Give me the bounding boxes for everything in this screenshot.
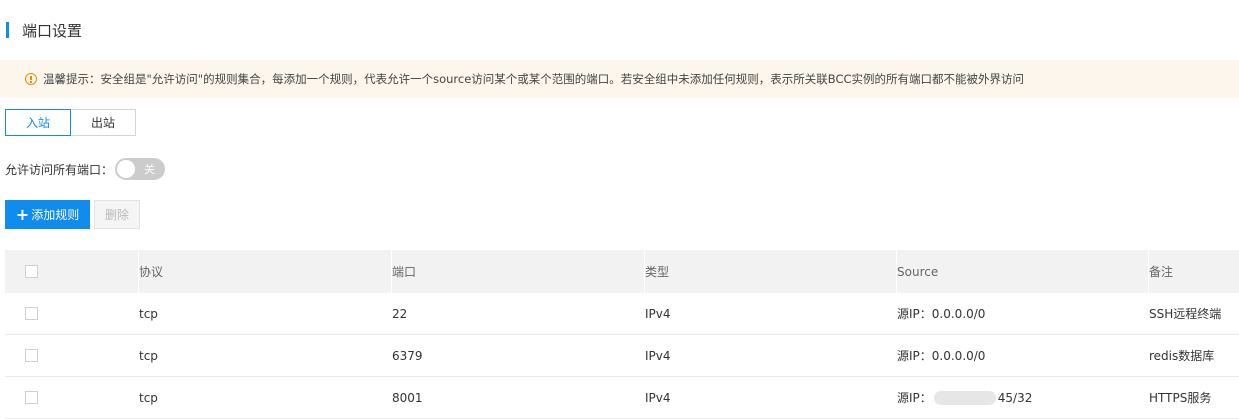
cell-note: redis数据库 [1149, 349, 1215, 363]
switch-knob [117, 160, 136, 178]
warning-icon [25, 73, 37, 85]
cell-note: SSH远程终端 [1149, 307, 1222, 321]
rule-toolbar: + 添加规则 删除 [5, 200, 140, 229]
source-value: 0.0.0.0/0 [931, 306, 986, 321]
row-checkbox[interactable] [25, 307, 38, 320]
table-row: tcp 6379 IPv4 源IP： 0.0.0.0/0 redis数据库 [5, 335, 1239, 377]
source-prefix: 源IP： [897, 307, 932, 321]
tab-inbound[interactable]: 入站 [5, 109, 71, 136]
delete-button[interactable]: 删除 [94, 200, 140, 229]
cell-type: IPv4 [645, 348, 671, 363]
add-rule-button[interactable]: + 添加规则 [5, 200, 90, 229]
plus-icon: + [15, 204, 30, 224]
cell-source: 源IP： 45/32 [897, 377, 1149, 418]
table-row: tcp 22 IPv4 源IP： 0.0.0.0/0 SSH远程终端 [5, 293, 1239, 335]
row-checkbox[interactable] [25, 391, 38, 404]
header-protocol: 协议 [139, 250, 392, 293]
header-type: 类型 [645, 250, 897, 293]
redacted-ip-blur [933, 390, 996, 405]
row-checkbox-cell [5, 335, 139, 376]
notice-banner: 温馨提示：安全组是"允许访问"的规则集合，每添加一个规则，代表允许一个sourc… [0, 60, 1239, 98]
switch-state-text: 关 [144, 163, 156, 176]
header-note: 备注 [1149, 265, 1174, 279]
row-checkbox-cell [5, 377, 139, 418]
source-prefix: 源IP： [897, 391, 932, 405]
allow-all-ports-label: 允许访问所有端口： [5, 162, 114, 177]
cell-note: HTTPS服务 [1149, 391, 1212, 405]
allow-all-ports-switch[interactable]: 关 [115, 158, 166, 180]
cell-port: 22 [392, 306, 408, 321]
cell-type: IPv4 [645, 306, 671, 321]
rules-table: 协议 端口 类型 Source 备注 tcp 22 IPv4 源IP： 0.0.… [5, 250, 1239, 419]
notice-text: 温馨提示：安全组是"允许访问"的规则集合，每添加一个规则，代表允许一个sourc… [43, 72, 1025, 86]
cell-port: 8001 [392, 390, 423, 405]
cell-protocol: tcp [139, 348, 158, 363]
row-checkbox-cell [5, 293, 139, 334]
section-header: 端口设置 [6, 20, 82, 40]
add-rule-label: 添加规则 [31, 208, 80, 222]
cell-protocol: tcp [139, 390, 158, 405]
cell-source: 源IP： 0.0.0.0/0 [897, 293, 1149, 334]
allow-all-ports-row: 允许访问所有端口： 关 [5, 157, 166, 181]
section-title: 端口设置 [22, 21, 83, 40]
title-accent-bar [6, 22, 9, 38]
cell-protocol: tcp [139, 306, 158, 321]
table-row: tcp 8001 IPv4 源IP： 45/32 HTTPS服务 [5, 377, 1239, 419]
source-value: 45/32 [997, 390, 1033, 405]
cell-source: 源IP： 0.0.0.0/0 [897, 335, 1149, 376]
table-header: 协议 端口 类型 Source 备注 [5, 250, 1239, 293]
row-checkbox[interactable] [25, 349, 38, 362]
cell-port: 6379 [392, 348, 423, 363]
header-checkbox-cell [5, 250, 139, 293]
select-all-checkbox[interactable] [25, 265, 38, 278]
header-port: 端口 [392, 250, 645, 293]
cell-type: IPv4 [645, 390, 671, 405]
tab-outbound[interactable]: 出站 [71, 109, 136, 136]
source-value: 0.0.0.0/0 [931, 348, 986, 363]
header-source: Source [897, 250, 1149, 293]
direction-tabs: 入站 出站 [5, 109, 136, 136]
source-prefix: 源IP： [897, 349, 932, 363]
